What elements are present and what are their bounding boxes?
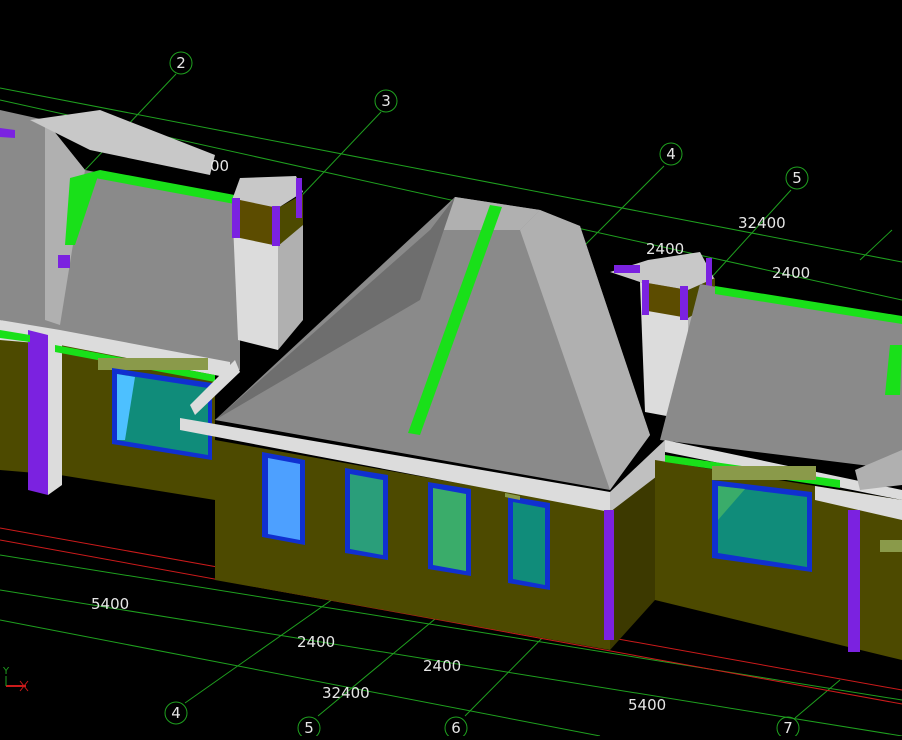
grid-bubble-label: 5: [304, 719, 314, 736]
grid-bubble-4: 4: [659, 142, 683, 166]
grid-bubble-label: 6: [451, 719, 461, 736]
right-wing: [655, 284, 902, 660]
dimension-label: 2400: [646, 240, 684, 258]
left-wing: [0, 110, 240, 500]
grid-bubble-4: 4: [164, 701, 188, 725]
dimension-label: 2400: [423, 657, 461, 675]
grid-bubble-label: 5: [792, 169, 802, 187]
grid-bubble-6: 6: [444, 716, 468, 740]
dimension-label: 2400: [297, 633, 335, 651]
model-canvas[interactable]: 2 3 4 5 4 5 6 7 00 2400 32400 2400 5400 2400 24…: [0, 0, 902, 740]
grid-bubble-2: 2: [169, 51, 193, 75]
grid-bubble-5: 5: [785, 166, 809, 190]
grid-bubble-label: 7: [783, 719, 793, 736]
ucs-axis-icon: Y: [2, 666, 29, 692]
dimension-label: 5400: [91, 595, 129, 613]
3d-model-viewport[interactable]: 2 3 4 5 4 5 6 7 00 2400 32400 2400 5400 2400 24…: [0, 0, 902, 740]
dimension-label: 32400: [738, 214, 786, 232]
dimension-label: 5400: [628, 696, 666, 714]
grid-bubble-label: 3: [381, 92, 391, 110]
dimension-label: 00: [210, 157, 229, 175]
grid-bubble-5: 5: [297, 716, 321, 740]
ucs-y-label: Y: [2, 666, 10, 677]
grid-bubble-3: 3: [374, 89, 398, 113]
grid-bubble-7: 7: [776, 716, 800, 740]
grid-bubble-label: 2: [176, 54, 186, 72]
dimension-label: 2400: [772, 264, 810, 282]
chimney-left: [232, 176, 303, 350]
dimension-label: 32400: [322, 684, 370, 702]
grid-bubble-label: 4: [666, 145, 676, 163]
grid-bubble-label: 4: [171, 704, 181, 722]
